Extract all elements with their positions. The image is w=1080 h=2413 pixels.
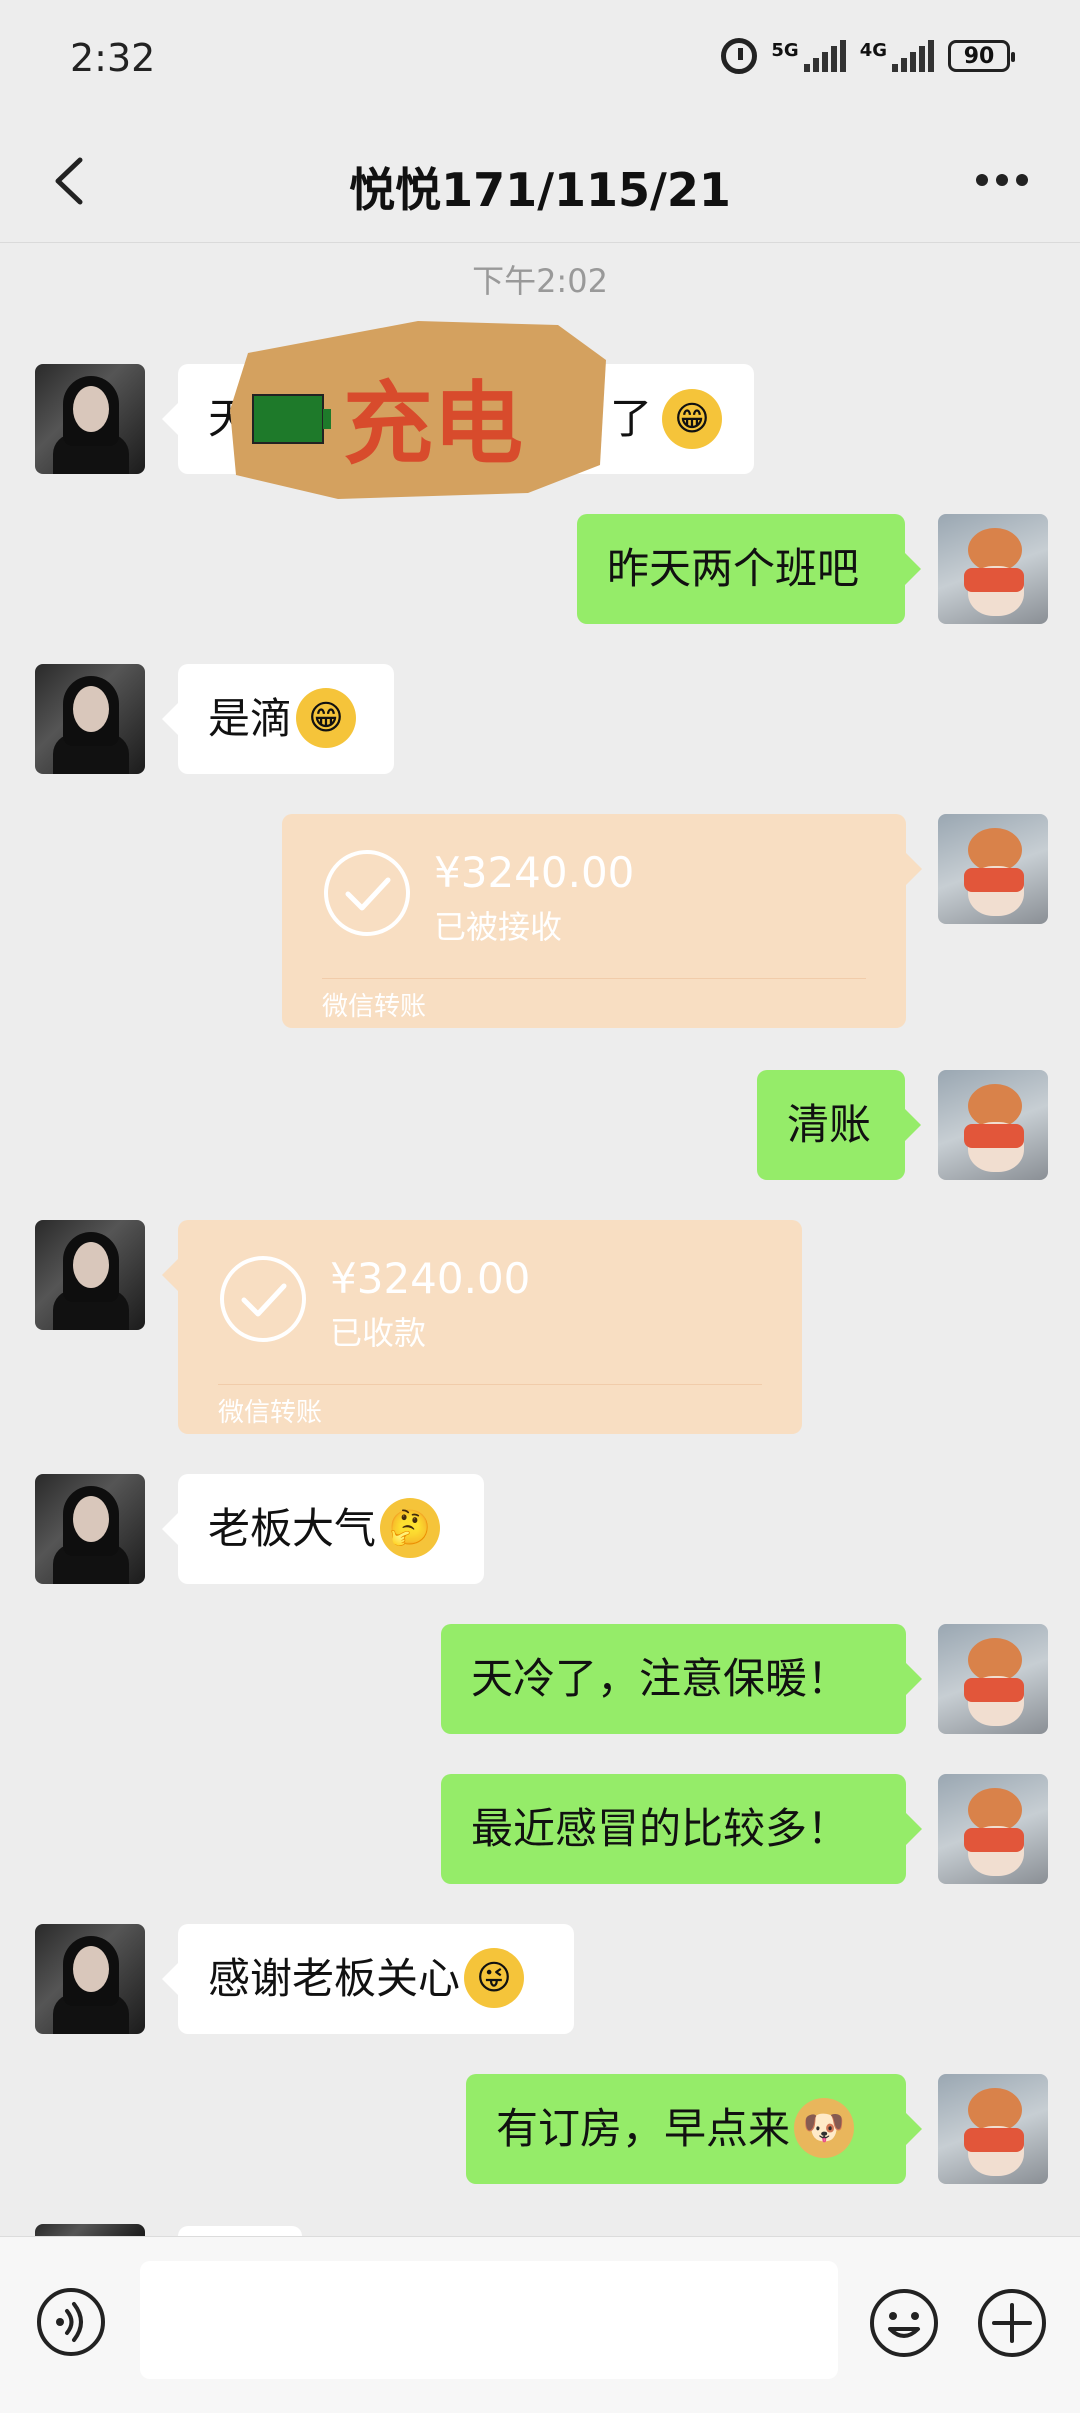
message-text: 是滴	[208, 694, 293, 743]
contact-avatar[interactable]	[35, 1474, 145, 1584]
signal-5g-icon: 5G	[771, 40, 846, 72]
message-text: 最近感冒的比较多！	[471, 1804, 850, 1853]
grin-emoji-icon: 😁	[662, 389, 722, 449]
message-text: 老板大气	[208, 1504, 377, 1553]
my-avatar[interactable]	[938, 814, 1048, 924]
contact-avatar[interactable]	[35, 664, 145, 774]
charging-sticker: 充电	[230, 321, 606, 499]
transfer-source: 微信转账	[218, 1398, 323, 1428]
battery-icon: 90	[948, 40, 1015, 72]
signal-4g-icon: 4G	[860, 40, 934, 72]
my-avatar[interactable]	[938, 1070, 1048, 1180]
transfer-card[interactable]: ¥3240.00 已被接收 微信转账	[282, 814, 922, 1028]
my-avatar[interactable]	[938, 1624, 1048, 1734]
chat-header: 悦悦171/115/21	[0, 120, 1080, 243]
message-bubble-out[interactable]: 有订房，早点来 🐶	[466, 2074, 922, 2184]
message-bubble-in[interactable]: 老板大气 🤔	[162, 1474, 484, 1584]
doge-emoji-icon: 🐶	[794, 2097, 855, 2158]
message-text: 昨天两个班吧	[607, 544, 860, 593]
grin-emoji-icon: 😁	[296, 687, 357, 748]
check-circle-icon	[324, 850, 410, 936]
message-text: 天冷了，注意保暖！	[471, 1654, 850, 1703]
message-bubble-out[interactable]: 清账	[757, 1070, 921, 1180]
transfer-source: 微信转账	[322, 992, 427, 1022]
my-avatar[interactable]	[938, 2074, 1048, 2184]
message-text: 感谢老板关心	[208, 1954, 461, 2003]
message-text-tail: 了	[610, 394, 653, 443]
transfer-card[interactable]: ¥3240.00 已收款 微信转账	[162, 1220, 802, 1434]
divider	[322, 978, 866, 979]
contact-avatar[interactable]	[35, 364, 145, 474]
transfer-amount: ¥3240.00	[434, 848, 635, 897]
message-timestamp: 下午2:02	[472, 262, 608, 300]
message-text: 清账	[787, 1100, 872, 1149]
alarm-icon	[721, 38, 758, 74]
network-4g-label: 4G	[859, 40, 887, 61]
thinking-emoji-icon: 🤔	[380, 1497, 441, 1558]
message-bubble-in[interactable]: 是滴 😁	[162, 664, 394, 774]
transfer-amount: ¥3240.00	[330, 1254, 531, 1303]
network-5g-label: 5G	[771, 40, 799, 61]
plus-icon[interactable]	[976, 2287, 1048, 2359]
message-bubble-out[interactable]: 天冷了，注意保暖！	[441, 1624, 922, 1734]
check-circle-icon	[220, 1256, 306, 1342]
message-bubble-out[interactable]: 最近感冒的比较多！	[441, 1774, 922, 1884]
message-bubble-in	[178, 2226, 302, 2236]
more-horizontal-icon[interactable]	[974, 172, 1030, 188]
message-bubble-out[interactable]: 昨天两个班吧	[577, 514, 921, 624]
contact-avatar	[35, 2224, 145, 2236]
divider	[218, 1384, 762, 1385]
my-avatar[interactable]	[938, 514, 1048, 624]
chat-input-bar	[0, 2236, 1080, 2413]
my-avatar[interactable]	[938, 1774, 1048, 1884]
message-text: 有订房，早点来	[496, 2104, 791, 2153]
status-icons: 5G 4G 90	[721, 38, 1015, 74]
transfer-status: 已收款	[330, 1314, 427, 1352]
message-input[interactable]	[140, 2261, 838, 2379]
transfer-status: 已被接收	[434, 908, 563, 946]
wink-tongue-emoji-icon: 😜	[464, 1947, 525, 2008]
message-bubble-in[interactable]: 感谢老板关心 😜	[162, 1924, 574, 2034]
voice-icon[interactable]	[36, 2287, 106, 2357]
contact-avatar[interactable]	[35, 1924, 145, 2034]
contact-avatar[interactable]	[35, 1220, 145, 1330]
sticker-text: 充电	[343, 372, 523, 477]
battery-icon	[252, 394, 324, 444]
smile-icon[interactable]	[868, 2287, 940, 2359]
status-bar: 2:32 5G 4G 90	[0, 0, 1080, 120]
status-time: 2:32	[70, 36, 156, 80]
chat-title: 悦悦171/115/21	[349, 163, 731, 217]
